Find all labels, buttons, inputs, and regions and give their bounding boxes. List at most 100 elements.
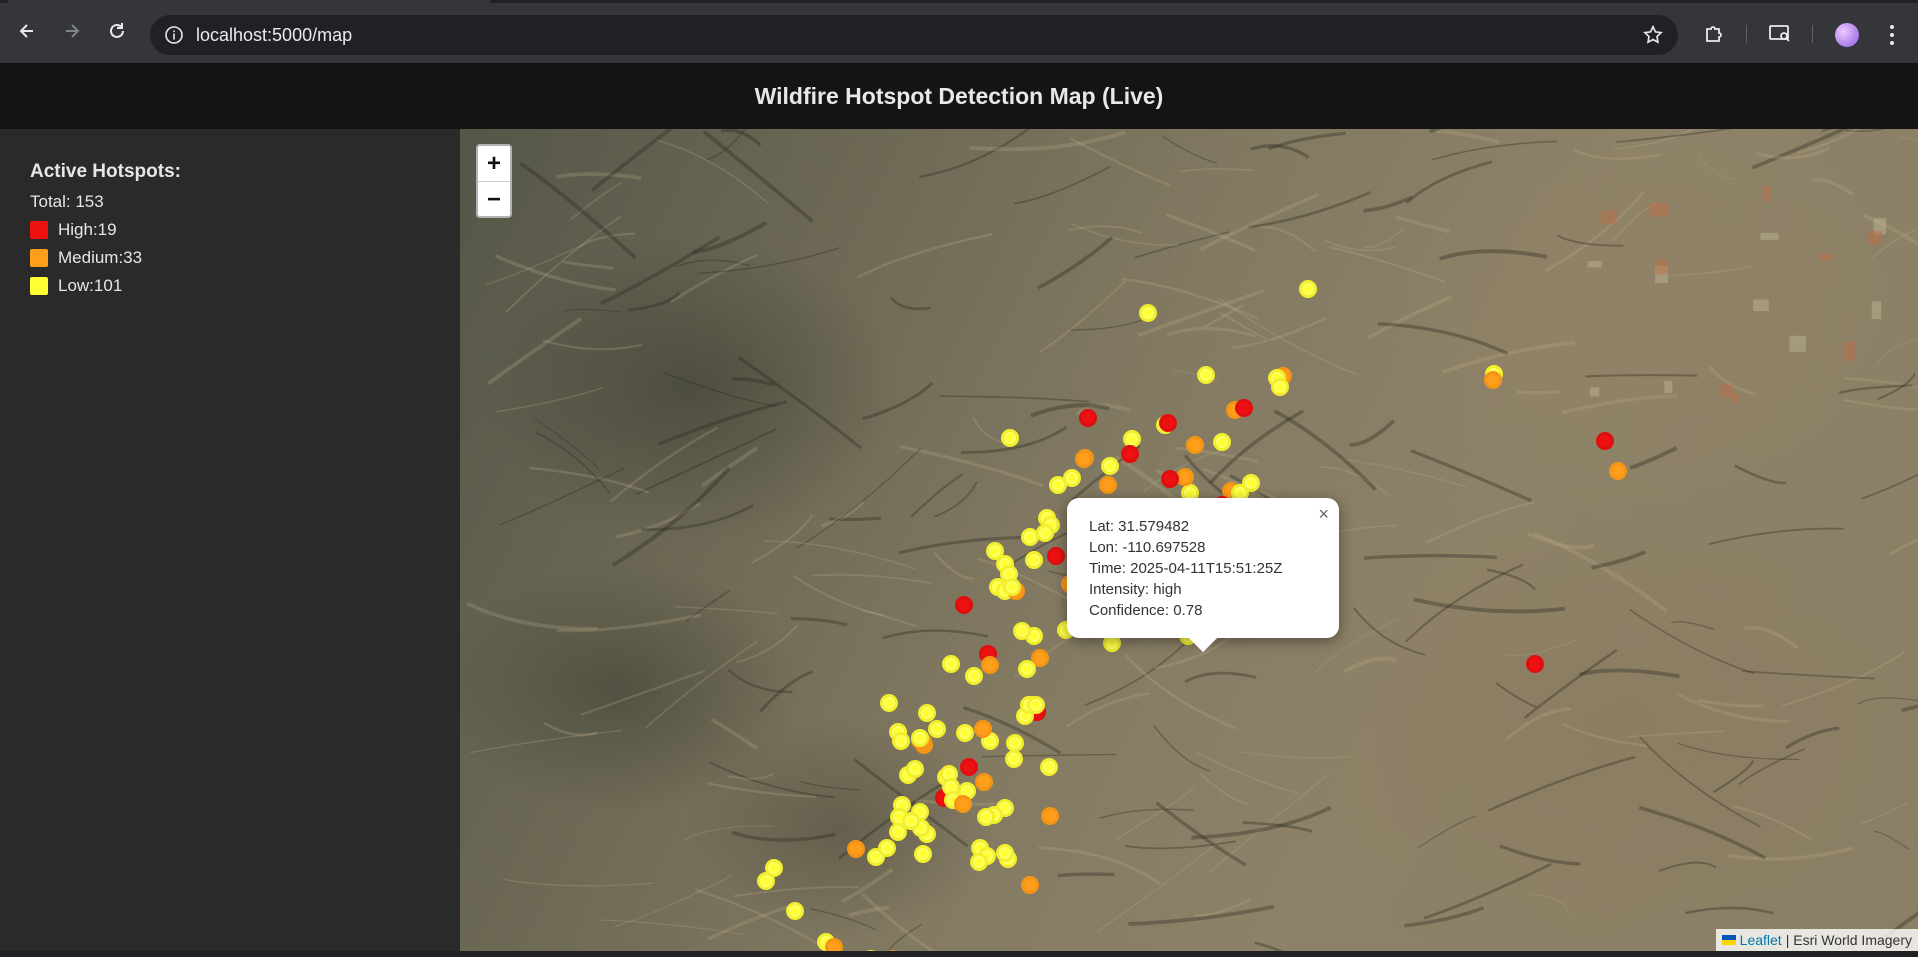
hotspot-marker-low[interactable] xyxy=(765,859,783,877)
hotspot-marker-medium[interactable] xyxy=(1021,876,1039,894)
hotspot-marker-low[interactable] xyxy=(977,808,995,826)
hotspot-marker-low[interactable] xyxy=(1271,378,1289,396)
hotspot-marker-low[interactable] xyxy=(1213,433,1231,451)
hotspot-marker-medium[interactable] xyxy=(1041,807,1059,825)
hotspot-marker-low[interactable] xyxy=(1242,474,1260,492)
hotspot-marker-low[interactable] xyxy=(892,732,910,750)
hotspot-marker-low[interactable] xyxy=(914,845,932,863)
map-view[interactable]: + − × Lat: 31.579482 Lon: -110.697528 Ti… xyxy=(460,129,1918,951)
low-swatch xyxy=(30,277,48,295)
hotspot-marker-high[interactable] xyxy=(960,758,978,776)
hotspot-marker-low[interactable] xyxy=(1027,696,1045,714)
hotspot-marker-low[interactable] xyxy=(1025,551,1043,569)
hotspot-marker-high[interactable] xyxy=(1079,409,1097,427)
hotspot-marker-low[interactable] xyxy=(1013,622,1031,640)
hotspot-marker-high[interactable] xyxy=(1121,445,1139,463)
hotspot-marker-low[interactable] xyxy=(1197,366,1215,384)
hotspot-marker-high[interactable] xyxy=(1159,414,1177,432)
hotspot-marker-low[interactable] xyxy=(1063,469,1081,487)
close-icon[interactable]: × xyxy=(1318,504,1329,525)
hotspot-marker-low[interactable] xyxy=(928,720,946,738)
reload-icon xyxy=(110,23,124,38)
hotspot-marker-low[interactable] xyxy=(1021,528,1039,546)
hotspot-marker-high[interactable] xyxy=(1235,399,1253,417)
hotspot-marker-medium[interactable] xyxy=(825,938,843,951)
hotspot-marker-medium[interactable] xyxy=(954,795,972,813)
app-header: Wildfire Hotspot Detection Map (Live) xyxy=(0,63,1918,129)
hotspot-popup: × Lat: 31.579482 Lon: -110.697528 Time: … xyxy=(1067,498,1339,653)
hotspot-marker-high[interactable] xyxy=(1047,547,1065,565)
bookmark-star-icon[interactable] xyxy=(1642,24,1664,46)
toolbar-divider xyxy=(1812,25,1813,43)
forward-button[interactable] xyxy=(58,17,86,45)
popup-lon: Lon: -110.697528 xyxy=(1089,539,1206,556)
screen-search-icon[interactable] xyxy=(1768,21,1792,45)
hotspot-marker-low[interactable] xyxy=(970,853,988,871)
zoom-control: + − xyxy=(476,144,512,218)
reload-button[interactable] xyxy=(103,17,131,45)
hotspot-marker-medium[interactable] xyxy=(1099,476,1117,494)
more-menu-icon[interactable] xyxy=(1888,23,1896,47)
hotspot-marker-medium[interactable] xyxy=(1186,436,1204,454)
hotspot-marker-low[interactable] xyxy=(880,694,898,712)
hotspot-marker-high[interactable] xyxy=(955,596,973,614)
attribution-text: | Esri World Imagery xyxy=(1785,932,1912,948)
hotspot-marker-low[interactable] xyxy=(1003,578,1021,596)
leaflet-link[interactable]: Leaflet xyxy=(1740,932,1782,948)
address-bar[interactable]: localhost:5000/map xyxy=(150,15,1678,55)
extensions-puzzle-icon[interactable] xyxy=(1702,21,1726,45)
hotspot-marker-medium[interactable] xyxy=(975,773,993,791)
hotspot-marker-medium[interactable] xyxy=(981,656,999,674)
total-count: Total: 153 xyxy=(30,192,104,211)
legend-label: High:19 xyxy=(58,220,117,239)
popup-intensity: Intensity: high xyxy=(1089,581,1182,598)
hotspots-heading: Active Hotspots: xyxy=(30,161,181,182)
hotspot-marker-low[interactable] xyxy=(1139,304,1157,322)
hotspot-marker-high[interactable] xyxy=(1526,655,1544,673)
hotspot-marker-high[interactable] xyxy=(1161,470,1179,488)
hotspot-marker-low[interactable] xyxy=(942,655,960,673)
high-swatch xyxy=(30,221,48,239)
hotspot-marker-medium[interactable] xyxy=(1609,462,1627,480)
popup-lat: Lat: 31.579482 xyxy=(1089,518,1190,535)
hotspot-marker-low[interactable] xyxy=(1018,660,1036,678)
map-attribution: Leaflet | Esri World Imagery xyxy=(1715,929,1918,951)
zoom-in-button[interactable]: + xyxy=(478,146,510,182)
hotspot-marker-medium[interactable] xyxy=(847,840,865,858)
hotspot-marker-low[interactable] xyxy=(956,724,974,742)
hotspot-marker-low[interactable] xyxy=(906,760,924,778)
medium-swatch xyxy=(30,249,48,267)
hotspot-marker-low[interactable] xyxy=(786,902,804,920)
site-info-icon[interactable] xyxy=(164,25,184,45)
sidebar: Active Hotspots: Total: 153 High:19 Medi… xyxy=(0,129,460,951)
hotspot-marker-low[interactable] xyxy=(1005,750,1023,768)
hotspot-marker-low[interactable] xyxy=(878,839,896,857)
hotspot-marker-low[interactable] xyxy=(965,667,983,685)
page-title: Wildfire Hotspot Detection Map (Live) xyxy=(754,82,1164,109)
browser-toolbar: localhost:5000/map xyxy=(0,3,1918,63)
hotspot-marker-low[interactable] xyxy=(1040,758,1058,776)
zoom-out-button[interactable]: − xyxy=(478,182,510,217)
hotspot-marker-medium[interactable] xyxy=(1484,371,1502,389)
hotspot-marker-low[interactable] xyxy=(996,844,1014,862)
hotspot-marker-low[interactable] xyxy=(1299,280,1317,298)
hotspot-marker-low[interactable] xyxy=(911,729,929,747)
popup-confidence: Confidence: 0.78 xyxy=(1089,602,1203,619)
hotspot-marker-medium[interactable] xyxy=(1075,450,1093,468)
hotspot-marker-low[interactable] xyxy=(889,823,907,841)
hotspot-marker-low[interactable] xyxy=(1101,457,1119,475)
popup-time: Time: 2025-04-11T15:51:25Z xyxy=(1089,560,1283,577)
arrow-left-icon xyxy=(19,24,33,38)
window-bottom xyxy=(0,951,1918,957)
hotspot-marker-low[interactable] xyxy=(1001,429,1019,447)
hotspot-marker-medium[interactable] xyxy=(974,720,992,738)
arrow-right-icon xyxy=(66,24,80,38)
legend-label: Low:101 xyxy=(58,276,123,295)
profile-avatar[interactable] xyxy=(1835,23,1859,47)
legend-item-low: Low:101 xyxy=(30,276,122,296)
back-button[interactable] xyxy=(13,17,41,45)
url-text[interactable]: localhost:5000/map xyxy=(196,25,352,46)
hotspot-marker-low[interactable] xyxy=(986,542,1004,560)
hotspot-marker-high[interactable] xyxy=(1596,432,1614,450)
hotspot-marker-low[interactable] xyxy=(918,704,936,722)
